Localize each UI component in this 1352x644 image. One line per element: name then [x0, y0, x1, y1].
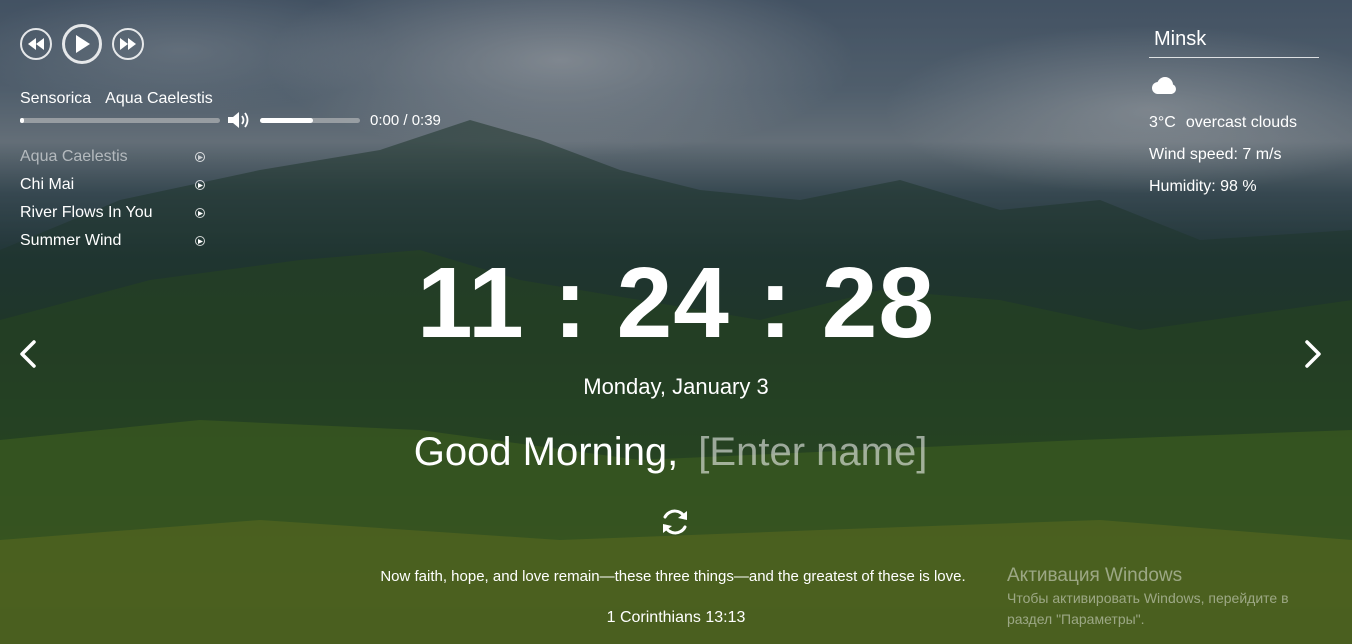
watermark-title: Активация Windows	[1007, 565, 1183, 586]
playlist-item[interactable]: Chi Mai	[20, 171, 205, 199]
temperature: 3°C	[1149, 114, 1176, 131]
volume-slider[interactable]	[260, 117, 360, 123]
watermark-line: Чтобы активировать Windows, перейдите в	[1007, 590, 1289, 606]
progress-fill	[20, 117, 24, 123]
fast-forward-button[interactable]	[112, 28, 144, 60]
refresh-icon	[663, 509, 687, 535]
date: Monday, January 3	[583, 374, 769, 399]
weather-summary: 3°C overcast clouds	[1149, 114, 1319, 132]
weather-description: overcast clouds	[1185, 114, 1298, 131]
fast-forward-icon	[120, 38, 136, 50]
cloud-icon	[1149, 76, 1319, 98]
play-small-icon	[195, 208, 205, 218]
play-small-icon	[195, 180, 205, 190]
refresh-quote-button[interactable]	[658, 505, 692, 539]
now-playing: Sensorica Aqua Caelestis	[20, 90, 213, 108]
city-input[interactable]	[1149, 24, 1319, 58]
name-input[interactable]	[698, 430, 939, 475]
play-button[interactable]	[62, 24, 102, 64]
artist-name: Sensorica	[20, 90, 92, 107]
playlist: Aqua Caelestis Chi Mai River Flows In Yo…	[20, 143, 205, 255]
player-progress-row: 0:00 / 0:39	[20, 111, 441, 129]
clock: 11 : 24 : 28	[417, 247, 935, 359]
progress-bar[interactable]	[20, 117, 220, 123]
track-time: 0:00 / 0:39	[370, 111, 441, 129]
play-small-icon	[195, 236, 205, 246]
playlist-item[interactable]: Aqua Caelestis	[20, 143, 205, 171]
play-icon	[76, 35, 90, 53]
rewind-button[interactable]	[20, 28, 52, 60]
playlist-item-title: Aqua Caelestis	[20, 148, 128, 165]
player-controls	[20, 24, 144, 64]
humidity: Humidity: 98 %	[1149, 178, 1257, 195]
rewind-icon	[28, 38, 44, 50]
greeting-row: Good Morning,	[0, 430, 1352, 475]
playlist-item[interactable]: River Flows In You	[20, 199, 205, 227]
weather-widget: 3°C overcast clouds Wind speed: 7 m/s Hum…	[1149, 24, 1319, 196]
volume-fill	[260, 117, 313, 123]
playlist-item-title: Chi Mai	[20, 176, 75, 193]
windows-activation-watermark: Активация Windows Чтобы активировать Win…	[1007, 565, 1327, 629]
greeting-text: Good Morning,	[413, 430, 679, 474]
volume-button[interactable]	[228, 111, 252, 129]
playlist-item-title: River Flows In You	[20, 204, 153, 221]
watermark-line: раздел "Параметры".	[1007, 611, 1145, 627]
play-small-icon	[195, 152, 205, 162]
volume-icon	[228, 112, 249, 128]
track-name: Aqua Caelestis	[105, 90, 213, 107]
wind-speed: Wind speed: 7 m/s	[1149, 146, 1282, 163]
